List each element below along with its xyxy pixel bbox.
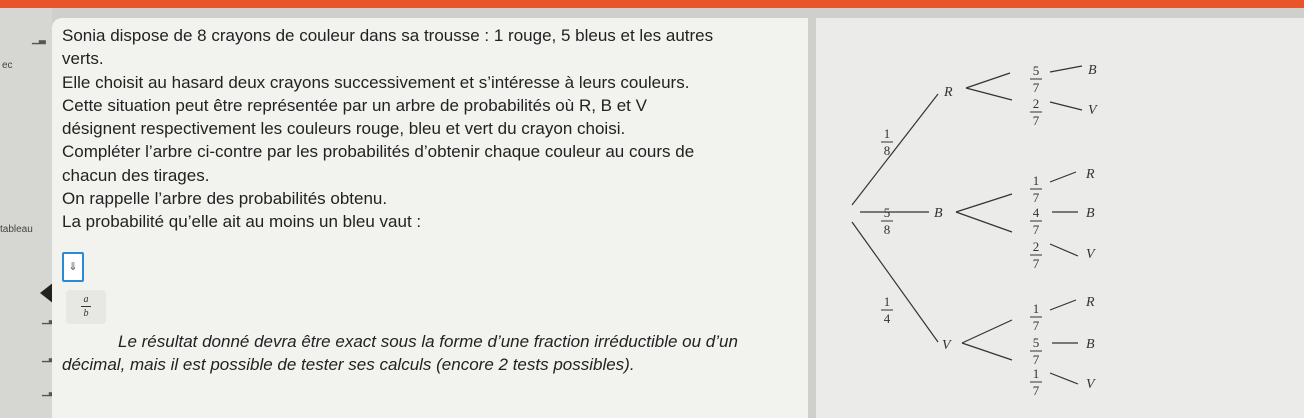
- fraction-den: 7: [1033, 383, 1040, 398]
- node-label: B: [934, 206, 943, 221]
- fraction-num: 1: [884, 126, 891, 141]
- fraction-den: 7: [1033, 352, 1040, 367]
- fraction-num: 2: [1033, 96, 1040, 111]
- tree-branch: [961, 342, 1013, 361]
- probability-tree: 1 8 5 8 1 4 R B V 5 7 B 2 7 V 1 7 R 4 7 …: [851, 63, 1098, 398]
- tree-branch: [955, 211, 1013, 233]
- tree-branch: [965, 72, 1011, 89]
- node-label: B: [1086, 337, 1095, 352]
- fraction-den: 8: [884, 222, 891, 237]
- node-label: R: [1085, 295, 1095, 310]
- fraction-den: 7: [1033, 318, 1040, 333]
- tree-branch: [1049, 372, 1079, 385]
- fraction-den: 8: [884, 143, 891, 158]
- tree-branch: [955, 193, 1013, 213]
- tree-branch: [1049, 171, 1077, 183]
- fraction-den: 7: [1033, 190, 1040, 205]
- tree-branch: [1049, 101, 1083, 111]
- node-label: R: [1085, 167, 1095, 182]
- node-label: V: [1086, 377, 1096, 392]
- node-label: V: [942, 338, 952, 353]
- fraction-den: 7: [1033, 113, 1040, 128]
- fraction-den: 4: [884, 311, 891, 326]
- fraction-num: 1: [884, 294, 891, 309]
- fraction-num: 1: [1033, 173, 1040, 188]
- node-label: R: [943, 85, 953, 100]
- tree-branch: [851, 93, 939, 206]
- tree-branch: [965, 87, 1013, 101]
- tree-branch: [1049, 299, 1077, 311]
- node-label: V: [1088, 103, 1098, 118]
- fraction-den: 7: [1033, 222, 1040, 237]
- fraction-num: 1: [1033, 301, 1040, 316]
- fraction-num: 5: [884, 205, 891, 220]
- fraction-num: 2: [1033, 239, 1040, 254]
- fraction-den: 7: [1033, 80, 1040, 95]
- fraction-den: 7: [1033, 256, 1040, 271]
- tree-branch: [1049, 243, 1079, 257]
- node-label: B: [1088, 63, 1097, 78]
- fraction-num: 4: [1033, 205, 1040, 220]
- tree-branch: [851, 221, 939, 343]
- node-label: B: [1086, 206, 1095, 221]
- tree-branch: [1049, 65, 1083, 73]
- fraction-num: 5: [1033, 335, 1040, 350]
- node-label: V: [1086, 247, 1096, 262]
- tree-branch: [961, 319, 1013, 344]
- fraction-num: 5: [1033, 63, 1040, 78]
- fraction-num: 1: [1033, 366, 1040, 381]
